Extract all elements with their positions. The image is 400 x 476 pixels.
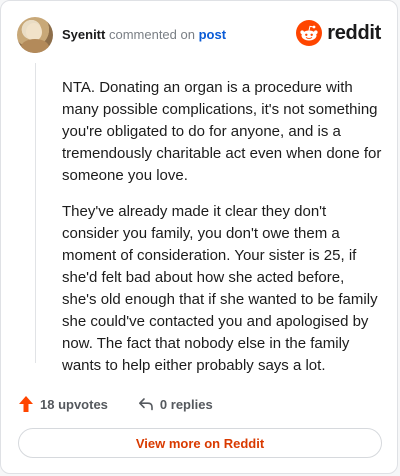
username-link[interactable]: Syenitt [62,27,105,42]
view-more-button[interactable]: View more on Reddit [18,428,382,458]
upvote-count: 18 upvotes [40,396,108,412]
reddit-wordmark: reddit [327,21,381,44]
reply-button[interactable]: 0 replies [138,396,213,412]
reddit-logo[interactable]: reddit [296,19,381,47]
comment-meta: Syenitt commented on post [62,27,226,42]
avatar[interactable] [17,17,53,53]
reply-icon [138,398,153,411]
reddit-snoo-icon [296,20,323,46]
comment-body: NTA. Donating an organ is a procedure wi… [62,77,382,391]
comment-actions: 18 upvotes 0 replies [18,393,213,415]
embedded-comment-card: Syenitt commented on post reddit NTA. Do… [0,0,398,474]
comment-header: Syenitt commented on post reddit [17,15,381,55]
arrow-up-icon [19,396,33,412]
thread-line [35,63,36,363]
comment-paragraph: NTA. Donating an organ is a procedure wi… [62,79,382,184]
reply-count: 0 replies [159,396,213,412]
upvote-button[interactable]: 18 upvotes [18,395,108,413]
action-text: commented on [108,27,195,42]
avatar-body [21,39,49,53]
comment-paragraph: They've already made it clear they don't… [62,203,378,374]
post-link[interactable]: post [199,27,226,42]
